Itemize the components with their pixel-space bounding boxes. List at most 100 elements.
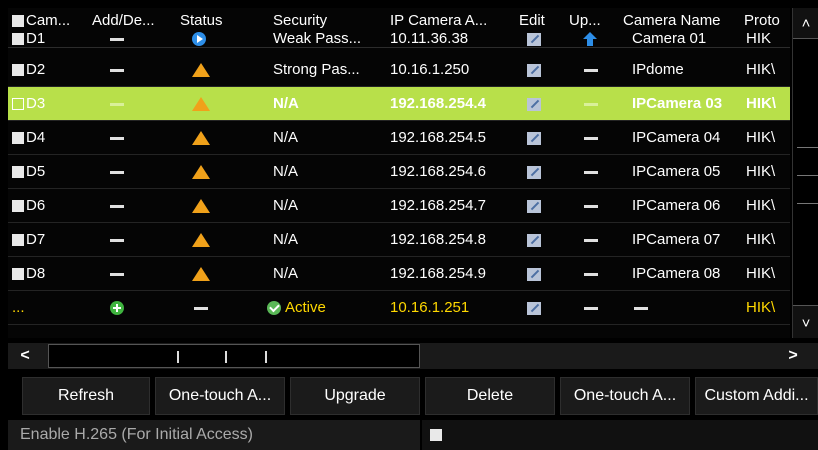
protocol-cell: HIK (746, 30, 772, 47)
one-touch-adding-button[interactable]: One-touch A... (560, 377, 690, 415)
status-cell[interactable] (192, 53, 210, 87)
status-cell[interactable] (192, 257, 210, 291)
edit-cell[interactable] (527, 291, 541, 325)
upgrade-arrow-icon (582, 32, 598, 47)
table-row[interactable]: D6 N/A 192.168.254.7 IPCamera 06 HIK\ (8, 189, 790, 223)
table-row[interactable]: D1 Weak Pass... 10.11.36.38 Camera 01 HI… (8, 29, 790, 48)
add-delete-cell[interactable] (110, 189, 124, 223)
column-header-edit[interactable]: Edit (519, 13, 561, 29)
security-cell: N/A (273, 197, 299, 214)
table-row[interactable]: D7 N/A 192.168.254.8 IPCamera 07 HIK\ (8, 223, 790, 257)
camera-id: D3 (12, 87, 92, 121)
minus-icon (110, 136, 124, 140)
upgrade-cell[interactable] (584, 121, 598, 155)
scroll-tick (797, 175, 818, 176)
row-checkbox[interactable] (12, 64, 24, 77)
upgrade-cell[interactable] (584, 53, 598, 87)
ip-cell: 192.168.254.8 (390, 231, 486, 248)
security-cell: N/A (273, 163, 299, 180)
edit-cell[interactable] (527, 87, 541, 121)
row-checkbox[interactable] (12, 33, 24, 46)
one-touch-activate-button[interactable]: One-touch A... (155, 377, 285, 415)
h265-checkbox[interactable] (430, 429, 442, 441)
scroll-left-icon[interactable]: < (8, 343, 42, 369)
camera-name-cell: IPCamera 04 (632, 129, 721, 146)
add-delete-cell[interactable] (110, 121, 124, 155)
upgrade-button[interactable]: Upgrade (290, 377, 420, 415)
add-delete-cell[interactable] (110, 29, 124, 48)
edit-cell[interactable] (527, 29, 541, 48)
upgrade-cell[interactable] (582, 29, 598, 48)
status-cell[interactable] (192, 87, 210, 121)
edit-icon (527, 165, 541, 179)
column-header-protocol[interactable]: Proto (744, 13, 790, 29)
table-row[interactable]: D5 N/A 192.168.254.6 IPCamera 05 HIK\ (8, 155, 790, 189)
horizontal-scrollbar[interactable]: < > (8, 343, 818, 369)
column-header-ip[interactable]: IP Camera A... (390, 13, 518, 29)
protocol-cell: HIK\ (746, 163, 776, 180)
row-checkbox[interactable] (12, 166, 24, 179)
row-checkbox[interactable] (12, 234, 24, 247)
camera-id-text: D2 (26, 61, 46, 78)
delete-button[interactable]: Delete (425, 377, 555, 415)
row-checkbox[interactable] (12, 200, 24, 213)
select-all-checkbox[interactable] (12, 15, 24, 28)
add-delete-cell[interactable] (110, 291, 124, 325)
scroll-right-icon[interactable]: > (776, 343, 810, 369)
camera-id: D2 (12, 53, 92, 87)
edit-cell[interactable] (527, 155, 541, 189)
row-checkbox[interactable] (12, 98, 24, 111)
status-cell[interactable] (192, 189, 210, 223)
status-cell[interactable] (192, 121, 210, 155)
refresh-button[interactable]: Refresh (22, 377, 150, 415)
add-delete-cell[interactable] (110, 87, 124, 121)
table-row[interactable]: D3 N/A 192.168.254.4 IPCamera 03 HIK\ (8, 87, 790, 121)
add-delete-cell[interactable] (110, 257, 124, 291)
status-cell[interactable] (192, 223, 210, 257)
edit-cell[interactable] (527, 121, 541, 155)
edit-cell[interactable] (527, 257, 541, 291)
column-header-status[interactable]: Status (180, 13, 262, 29)
edit-cell[interactable] (527, 189, 541, 223)
scroll-up-icon[interactable]: ˄ (793, 8, 818, 38)
ip-cell: 10.11.36.38 (390, 30, 469, 47)
row-checkbox[interactable] (12, 132, 24, 145)
column-header-cam[interactable]: Cam... (12, 13, 92, 29)
table-row[interactable]: D2 Strong Pas... 10.16.1.250 IPdome HIK\ (8, 53, 790, 87)
status-cell[interactable] (192, 155, 210, 189)
camera-id: D7 (12, 223, 92, 257)
camera-id-text: D5 (26, 163, 46, 180)
row-checkbox[interactable] (12, 268, 24, 281)
column-header-upgrade[interactable]: Up... (569, 13, 617, 29)
vertical-scrollbar[interactable]: ˄ ˅ (792, 8, 818, 338)
column-header-security[interactable]: Security (273, 13, 388, 29)
h265-option[interactable] (422, 420, 818, 450)
warning-icon (192, 97, 210, 112)
camera-id: ... (12, 299, 25, 316)
camera-name-cell (634, 291, 648, 325)
add-delete-cell[interactable] (110, 53, 124, 87)
table-row[interactable]: ... Active 10.16.1.251 HIK\ (8, 291, 790, 325)
edit-cell[interactable] (527, 53, 541, 87)
add-delete-cell[interactable] (110, 223, 124, 257)
upgrade-cell[interactable] (584, 155, 598, 189)
horizontal-scroll-thumb[interactable] (48, 344, 420, 368)
upgrade-cell[interactable] (584, 87, 598, 121)
table-row[interactable]: D4 N/A 192.168.254.5 IPCamera 04 HIK\ (8, 121, 790, 155)
camera-name-cell: IPdome (632, 61, 684, 78)
table-row[interactable]: D8 N/A 192.168.254.9 IPCamera 08 HIK\ (8, 257, 790, 291)
status-cell[interactable] (192, 29, 206, 48)
camera-id: D4 (12, 121, 92, 155)
upgrade-cell[interactable] (584, 189, 598, 223)
add-delete-cell[interactable] (110, 155, 124, 189)
custom-adding-button[interactable]: Custom Addi... (695, 377, 818, 415)
warning-icon (192, 267, 210, 282)
column-header-add[interactable]: Add/De... (92, 13, 174, 29)
scroll-down-icon[interactable]: ˅ (793, 308, 818, 338)
vertical-scroll-track[interactable] (793, 38, 818, 306)
upgrade-cell[interactable] (584, 223, 598, 257)
upgrade-cell[interactable] (584, 257, 598, 291)
edit-cell[interactable] (527, 223, 541, 257)
column-header-camera-name[interactable]: Camera Name (623, 13, 743, 29)
minus-icon (584, 170, 598, 174)
